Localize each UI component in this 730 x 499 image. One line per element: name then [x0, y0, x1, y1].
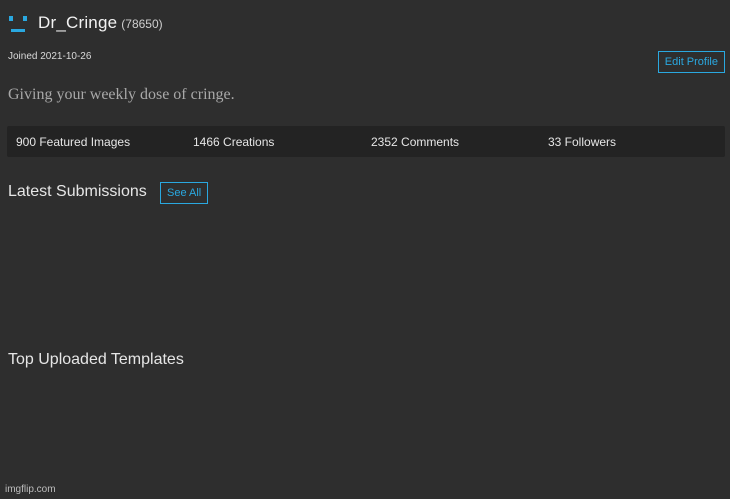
profile-header: Dr_Cringe (78650)	[7, 13, 163, 35]
see-all-button[interactable]: See All	[160, 182, 209, 204]
user-points: (78650)	[121, 17, 163, 31]
top-uploaded-templates-title: Top Uploaded Templates	[8, 351, 184, 368]
edit-profile-button[interactable]: Edit Profile	[657, 51, 725, 73]
profile-bio: Giving your weekly dose of cringe.	[8, 86, 235, 103]
stats-bar: 900 Featured Images 1466 Creations 2352 …	[7, 126, 725, 157]
avatar-mouth	[11, 29, 25, 32]
stat-creations[interactable]: 1466 Creations	[193, 135, 274, 149]
avatar-right-eye	[23, 16, 27, 21]
avatar[interactable]	[7, 13, 29, 35]
stat-featured-images[interactable]: 900 Featured Images	[16, 135, 130, 149]
watermark: imgflip.com	[5, 484, 56, 495]
stat-followers[interactable]: 33 Followers	[548, 135, 616, 149]
joined-date: Joined 2021-10-26	[8, 51, 92, 62]
stat-comments[interactable]: 2352 Comments	[371, 135, 459, 149]
avatar-left-eye	[9, 16, 13, 21]
latest-submissions-title: Latest Submissions	[8, 183, 147, 200]
username: Dr_Cringe	[38, 13, 118, 32]
